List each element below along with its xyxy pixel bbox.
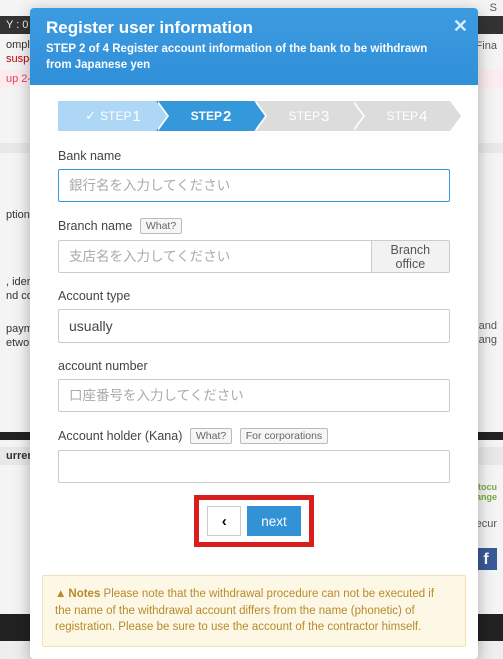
notes-box: ▲Notes Please note that the withdrawal p… <box>42 575 466 647</box>
what-button[interactable]: What? <box>140 218 182 234</box>
step-1: ✓ STEP1 <box>58 101 156 131</box>
step-4: STEP4 <box>352 101 450 131</box>
account-number-input[interactable] <box>58 379 450 412</box>
branch-name-group: Branch name What? Branch office <box>58 218 450 273</box>
account-holder-label: Account holder (Kana) What? For corporat… <box>58 428 450 444</box>
account-holder-group: Account holder (Kana) What? For corporat… <box>58 428 450 483</box>
step-indicator: ✓ STEP1 STEP2 STEP3 STEP4 <box>58 101 450 131</box>
step-3: STEP3 <box>254 101 352 131</box>
account-number-label: account number <box>58 359 450 373</box>
branch-name-input[interactable] <box>58 240 372 273</box>
nav-highlight-box: ‹ next <box>194 495 314 547</box>
close-icon[interactable]: ✕ <box>453 16 468 37</box>
modal-title: Register user information <box>46 18 444 38</box>
account-holder-input[interactable] <box>58 450 450 483</box>
branch-office-button[interactable]: Branch office <box>372 240 450 273</box>
bank-name-input[interactable] <box>58 169 450 202</box>
what-button-2[interactable]: What? <box>190 428 232 444</box>
next-button[interactable]: next <box>247 506 301 536</box>
account-type-select[interactable]: usually <box>58 309 450 343</box>
modal-subtitle: STEP 2 of 4 Register account information… <box>46 42 444 73</box>
account-number-group: account number <box>58 359 450 412</box>
step-2: STEP2 <box>156 101 254 131</box>
chevron-left-icon: ‹ <box>222 513 227 530</box>
modal-header: Register user information STEP 2 of 4 Re… <box>30 8 478 85</box>
notes-title: Notes <box>68 588 100 600</box>
account-type-group: Account type usually <box>58 289 450 343</box>
facebook-icon: f <box>475 548 497 570</box>
bank-name-group: Bank name <box>58 149 450 202</box>
branch-name-label: Branch name What? <box>58 218 450 234</box>
back-button[interactable]: ‹ <box>207 506 241 536</box>
nav-buttons: ‹ next <box>58 495 450 547</box>
warning-icon: ▲ <box>55 588 66 600</box>
bank-name-label: Bank name <box>58 149 450 163</box>
for-corporations-button[interactable]: For corporations <box>240 428 328 444</box>
register-modal: Register user information STEP 2 of 4 Re… <box>30 8 478 659</box>
account-type-label: Account type <box>58 289 450 303</box>
check-icon: ✓ <box>85 108 96 124</box>
notes-body: Please note that the withdrawal procedur… <box>55 588 434 633</box>
